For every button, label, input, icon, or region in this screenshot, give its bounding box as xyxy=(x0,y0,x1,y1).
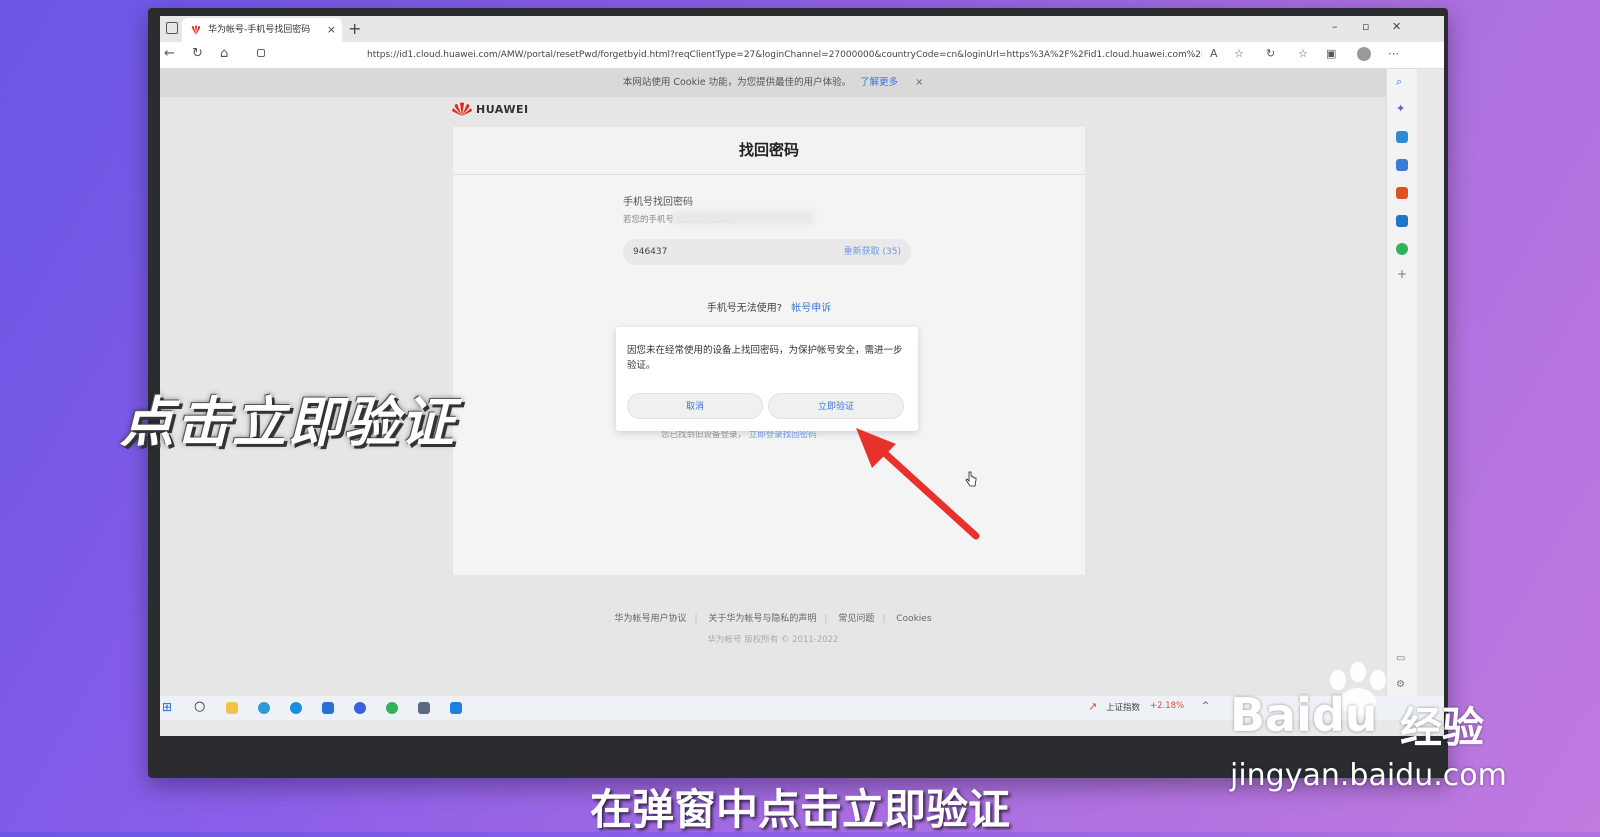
behind-text: 您已找到旧设备登录， xyxy=(661,430,747,440)
footer-link-cookies[interactable]: Cookies xyxy=(896,614,931,624)
footer-link-faq[interactable]: 常见问题 xyxy=(838,614,874,624)
code-value: 946437 xyxy=(633,247,668,257)
add-favorite-icon[interactable]: ☆ xyxy=(1234,47,1244,60)
overlay-caption: 点击立即验证 xyxy=(120,391,456,454)
tab-bar: 华为帐号-手机号找回密码 × + – ▫ ✕ xyxy=(160,16,1444,42)
edge-browser-icon[interactable] xyxy=(290,702,302,714)
cookie-learn-more-link[interactable]: 了解更多 xyxy=(860,77,898,88)
restore-icon[interactable]: ▫ xyxy=(1362,20,1369,33)
footer-link-agreement[interactable]: 华为帐号用户协议 xyxy=(614,614,686,624)
sidebar-copilot-icon[interactable]: ✦ xyxy=(1396,102,1405,115)
cookie-close-icon[interactable]: × xyxy=(915,77,923,88)
dialog-message: 因您未在经常使用的设备上找回密码，为保护帐号安全，需进一步验证。 xyxy=(627,345,903,371)
verify-now-button[interactable]: 立即验证 xyxy=(768,393,977,487)
profile-avatar[interactable] xyxy=(1357,47,1371,61)
home-icon[interactable]: ⌂ xyxy=(220,46,228,61)
sidebar-office-icon[interactable] xyxy=(1396,187,1408,199)
app-icon-4[interactable] xyxy=(418,702,430,714)
card-header: 找回密码 xyxy=(453,127,1085,175)
search-icon[interactable]: ○ xyxy=(194,699,205,714)
huawei-favicon-icon xyxy=(191,25,201,35)
page-title: 找回密码 xyxy=(738,141,799,159)
new-tab-icon[interactable]: + xyxy=(348,18,361,40)
back-icon[interactable]: ← xyxy=(164,46,175,61)
app-icon-2[interactable] xyxy=(322,702,334,714)
favorites-icon[interactable]: ☆ xyxy=(1298,47,1308,60)
stock-label: 上证指数 xyxy=(1106,703,1141,713)
browser-tab[interactable]: 华为帐号-手机号找回密码 × xyxy=(182,18,342,42)
wechat-icon[interactable] xyxy=(386,702,398,714)
watermark-brand: Baidu xyxy=(1230,688,1378,742)
window-close-icon[interactable]: ✕ xyxy=(1392,20,1401,33)
stock-change: +2.18% xyxy=(1150,701,1185,711)
refresh-icon[interactable]: ↻ xyxy=(192,46,203,61)
watermark-cn: 经验 xyxy=(1400,703,1485,752)
sidebar-games-icon[interactable] xyxy=(1396,159,1408,171)
mouse-cursor-icon xyxy=(965,471,977,487)
blurred-phone-number xyxy=(673,211,813,225)
verify-dialog: 因您未在经常使用的设备上找回密码，为保护帐号安全，需进一步验证。 取消 立即验证 xyxy=(616,327,977,487)
app-icon-3[interactable] xyxy=(354,702,366,714)
url-field[interactable]: https://id1.cloud.huawei.com/AMW/portal/… xyxy=(252,45,1202,65)
stock-chart-icon: ↗ xyxy=(1088,700,1098,713)
browser-screen: 华为帐号-手机号找回密码 × + – ▫ ✕ ← ↻ ⌂ https://id1… xyxy=(160,16,1444,736)
url-text: https://id1.cloud.huawei.com/AMW/portal/… xyxy=(367,50,1202,60)
verify-now-label: 立即验证 xyxy=(817,402,854,412)
collections-icon[interactable]: ▣ xyxy=(1326,47,1336,60)
tray-expand-icon[interactable]: ^ xyxy=(1202,701,1209,711)
tab-title: 华为帐号-手机号找回密码 xyxy=(208,25,311,35)
section-title: 手机号找回密码 xyxy=(623,197,693,208)
sync-icon[interactable]: ↻ xyxy=(1266,47,1275,60)
more-menu-icon[interactable]: ⋯ xyxy=(1388,47,1399,60)
reset-password-card: 找回密码 手机号找回密码 若您的手机号 击获取验证码。 946437 重新获取 … xyxy=(453,127,1085,575)
huawei-logo-icon xyxy=(452,102,472,116)
footer-link-privacy[interactable]: 关于华为帐号与隐私的声明 xyxy=(708,614,816,624)
behind-link[interactable]: 立即登录找回密码 xyxy=(749,430,817,440)
address-bar: ← ↻ ⌂ https://id1.cloud.huawei.com/AMW/p… xyxy=(160,42,1444,69)
tab-actions-icon[interactable] xyxy=(166,22,178,34)
sidebar-outlook-icon[interactable] xyxy=(1396,215,1408,227)
sidebar-tools-icon[interactable] xyxy=(1396,131,1408,143)
resend-code-button[interactable]: 重新获取 (35) xyxy=(844,239,901,265)
sidebar-search-icon[interactable]: ⌕ xyxy=(1396,75,1402,89)
sidebar-add-icon[interactable]: + xyxy=(1397,267,1407,281)
brand-name: HUAWEI xyxy=(476,103,529,116)
cancel-button[interactable]: 取消 xyxy=(627,393,763,419)
cookie-text: 本网站使用 Cookie 功能，为您提供最佳的用户体验。 xyxy=(622,77,852,88)
read-aloud-icon[interactable]: A xyxy=(1210,47,1218,60)
browser-sidebar: ⌕ ✦ + ▭ ⚙ xyxy=(1386,69,1417,696)
phone-unavailable-text: 手机号无法使用? xyxy=(706,303,783,314)
copyright: 华为帐号 版权所有 © 2011-2022 xyxy=(707,635,839,645)
windows-start-icon[interactable]: ⊞ xyxy=(162,700,172,714)
verification-code-input[interactable]: 946437 重新获取 (35) xyxy=(623,239,911,265)
phone-unavailable-row: 手机号无法使用? 帐号申诉 xyxy=(453,299,1085,314)
app-icon-1[interactable] xyxy=(258,702,270,714)
watermark-domain: jingyan.baidu.com xyxy=(1230,758,1507,793)
tab-close-icon[interactable]: × xyxy=(327,18,336,42)
cookie-banner: 本网站使用 Cookie 功能，为您提供最佳的用户体验。 了解更多 × xyxy=(160,69,1386,97)
app-icon-5[interactable] xyxy=(450,702,462,714)
sidebar-app-icon[interactable] xyxy=(1396,243,1408,255)
footer-links: 华为帐号用户协议 | 关于华为帐号与隐私的声明 | 常见问题 | Cookies xyxy=(614,614,932,624)
minimize-icon[interactable]: – xyxy=(1332,20,1338,33)
account-appeal-link[interactable]: 帐号申诉 xyxy=(791,303,831,314)
file-explorer-icon[interactable] xyxy=(226,702,238,714)
